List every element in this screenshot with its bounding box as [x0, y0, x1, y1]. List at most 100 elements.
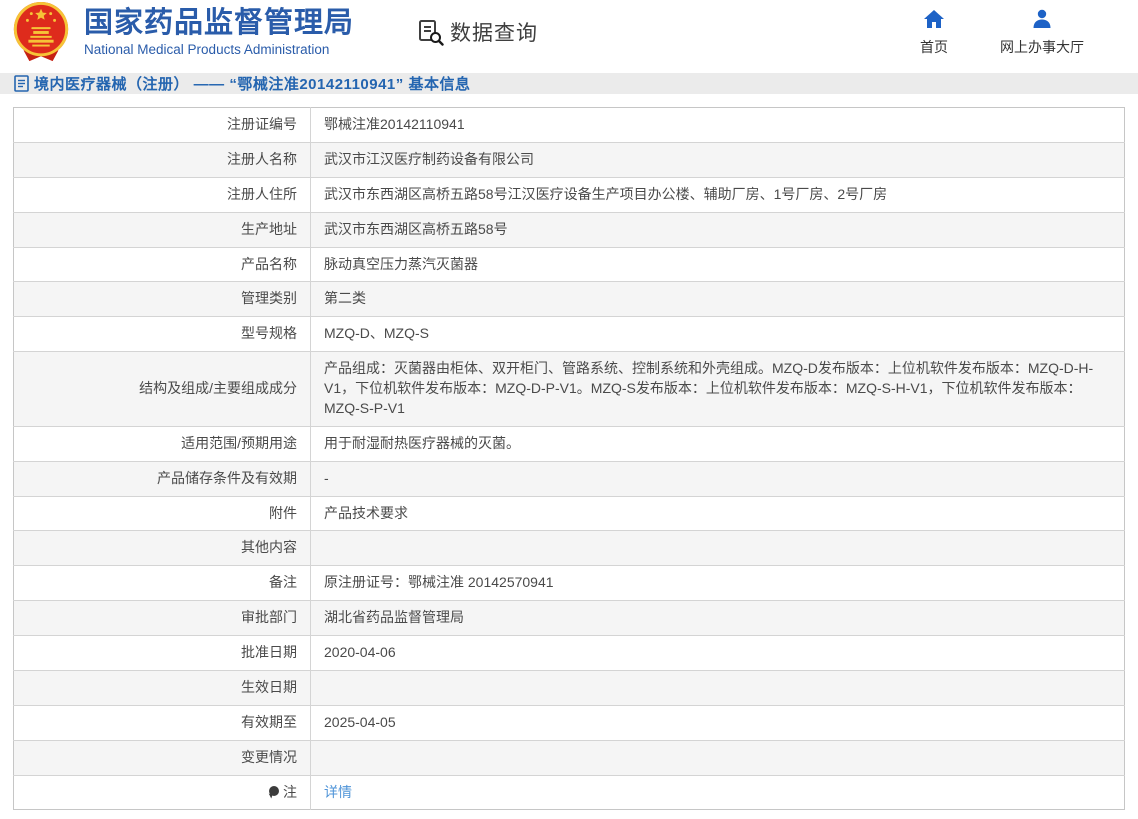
- row-value: 第二类: [311, 282, 1125, 317]
- table-row: 生效日期: [14, 670, 1125, 705]
- table-row: 批准日期 2020-04-06: [14, 636, 1125, 671]
- row-label-cell: 型号规格: [14, 317, 311, 352]
- data-query-section[interactable]: 数据查询: [416, 17, 538, 47]
- nav-item-home[interactable]: 首页: [920, 7, 948, 57]
- info-table-body: 注册证编号鄂械注准20142110941注册人名称武汉市江汉医疗制药设备有限公司…: [14, 108, 1125, 810]
- nav-item-label: 网上办事大厅: [1000, 37, 1084, 57]
- row-label: 注册证编号: [227, 116, 297, 132]
- row-value: 产品技术要求: [311, 496, 1125, 531]
- table-row: 注册人名称武汉市江汉医疗制药设备有限公司: [14, 142, 1125, 177]
- row-label-cell: 批准日期: [14, 636, 311, 671]
- table-row: 注 详情: [14, 775, 1125, 810]
- row-label-cell: 生效日期: [14, 670, 311, 705]
- table-row: 备注原注册证号：鄂械注准 20142570941: [14, 566, 1125, 601]
- nav-item-service-hall[interactable]: 网上办事大厅: [1000, 7, 1084, 57]
- row-label: 有效期至: [241, 714, 297, 730]
- row-value: 武汉市东西湖区高桥五路58号江汉医疗设备生产项目办公楼、辅助厂房、1号厂房、2号…: [311, 177, 1125, 212]
- row-value: [311, 740, 1125, 775]
- table-row: 有效期至 2025-04-05: [14, 705, 1125, 740]
- table-row: 结构及组成/主要组成成分产品组成：灭菌器由柜体、双开柜门、管路系统、控制系统和外…: [14, 352, 1125, 427]
- row-value: 脉动真空压力蒸汽灭菌器: [311, 247, 1125, 282]
- table-row: 注册证编号鄂械注准20142110941: [14, 108, 1125, 143]
- note-bulb-icon: [269, 786, 280, 798]
- detail-link[interactable]: 详情: [324, 784, 352, 800]
- table-row: 产品名称脉动真空压力蒸汽灭菌器: [14, 247, 1125, 282]
- org-name-en: National Medical Products Administration: [84, 42, 354, 57]
- page: 国家药品监督管理局 National Medical Products Admi…: [0, 0, 1138, 819]
- row-label-cell: 生产地址: [14, 212, 311, 247]
- row-value: 2020-04-06: [311, 636, 1125, 671]
- row-label-cell: 适用范围/预期用途: [14, 426, 311, 461]
- table-row: 生产地址武汉市东西湖区高桥五路58号: [14, 212, 1125, 247]
- row-label: 批准日期: [241, 644, 297, 660]
- row-value: -: [311, 461, 1125, 496]
- org-name-zh: 国家药品监督管理局: [84, 7, 354, 40]
- table-row: 适用范围/预期用途用于耐湿耐热医疗器械的灭菌。: [14, 426, 1125, 461]
- data-query-icon: [416, 18, 444, 46]
- row-value: 湖北省药品监督管理局: [311, 601, 1125, 636]
- row-label: 注册人名称: [227, 151, 297, 167]
- row-label: 注册人住所: [227, 186, 297, 202]
- row-value: 鄂械注准20142110941: [311, 108, 1125, 143]
- row-value: MZQ-D、MZQ-S: [311, 317, 1125, 352]
- table-row: 附件产品技术要求: [14, 496, 1125, 531]
- site-header: 国家药品监督管理局 National Medical Products Admi…: [0, 0, 1138, 64]
- page-title: 境内医疗器械（注册） —— “鄂械注准20142110941” 基本信息: [34, 73, 470, 94]
- brand-block: 国家药品监督管理局 National Medical Products Admi…: [84, 7, 354, 57]
- row-value: 原注册证号：鄂械注准 20142570941: [311, 566, 1125, 601]
- row-value: 武汉市江汉医疗制药设备有限公司: [311, 142, 1125, 177]
- top-nav: 首页 网上办事大厅: [920, 7, 1110, 57]
- home-icon: [922, 7, 946, 31]
- row-label-cell: 其他内容: [14, 531, 311, 566]
- table-row: 管理类别第二类: [14, 282, 1125, 317]
- table-row: 变更情况: [14, 740, 1125, 775]
- row-label-cell: 结构及组成/主要组成成分: [14, 352, 311, 427]
- row-label: 生产地址: [241, 221, 297, 237]
- row-label: 产品名称: [241, 256, 297, 272]
- row-label: 管理类别: [241, 290, 297, 306]
- row-value: 产品组成：灭菌器由柜体、双开柜门、管路系统、控制系统和外壳组成。MZQ-D发布版…: [311, 352, 1125, 427]
- user-icon: [1030, 7, 1054, 31]
- row-value: 2025-04-05: [311, 705, 1125, 740]
- row-label: 其他内容: [241, 539, 297, 555]
- row-label-cell: 变更情况: [14, 740, 311, 775]
- row-label-cell: 注: [14, 775, 311, 810]
- national-emblem-logo: [10, 0, 72, 64]
- row-label-cell: 管理类别: [14, 282, 311, 317]
- row-label: 结构及组成/主要组成成分: [139, 380, 297, 396]
- table-row: 其他内容: [14, 531, 1125, 566]
- row-label-cell: 产品名称: [14, 247, 311, 282]
- row-label-cell: 注册证编号: [14, 108, 311, 143]
- row-label-cell: 注册人名称: [14, 142, 311, 177]
- row-label: 注: [283, 784, 297, 800]
- row-label: 附件: [269, 505, 297, 521]
- row-label-cell: 有效期至: [14, 705, 311, 740]
- table-wrap: 注册证编号鄂械注准20142110941注册人名称武汉市江汉医疗制药设备有限公司…: [0, 94, 1138, 810]
- row-value-cell: 详情: [311, 775, 1125, 810]
- row-value: [311, 670, 1125, 705]
- row-label: 备注: [269, 574, 297, 590]
- table-row: 注册人住所武汉市东西湖区高桥五路58号江汉医疗设备生产项目办公楼、辅助厂房、1号…: [14, 177, 1125, 212]
- row-label: 型号规格: [241, 325, 297, 341]
- data-query-label: 数据查询: [450, 17, 538, 47]
- row-label-cell: 产品储存条件及有效期: [14, 461, 311, 496]
- row-label: 审批部门: [241, 609, 297, 625]
- row-label-cell: 审批部门: [14, 601, 311, 636]
- row-label: 生效日期: [241, 679, 297, 695]
- row-value: 武汉市东西湖区高桥五路58号: [311, 212, 1125, 247]
- page-title-bar: 境内医疗器械（注册） —— “鄂械注准20142110941” 基本信息: [0, 73, 1138, 94]
- document-icon: [14, 75, 29, 92]
- row-label-cell: 附件: [14, 496, 311, 531]
- registration-info-table: 注册证编号鄂械注准20142110941注册人名称武汉市江汉医疗制药设备有限公司…: [13, 107, 1125, 810]
- table-row: 产品储存条件及有效期-: [14, 461, 1125, 496]
- row-label: 适用范围/预期用途: [181, 435, 297, 451]
- nav-item-label: 首页: [920, 37, 948, 57]
- row-label-cell: 注册人住所: [14, 177, 311, 212]
- row-label: 变更情况: [241, 749, 297, 765]
- row-value: 用于耐湿耐热医疗器械的灭菌。: [311, 426, 1125, 461]
- row-label: 产品储存条件及有效期: [157, 470, 297, 486]
- row-label-cell: 备注: [14, 566, 311, 601]
- row-value: [311, 531, 1125, 566]
- table-row: 型号规格 MZQ-D、MZQ-S: [14, 317, 1125, 352]
- table-row: 审批部门湖北省药品监督管理局: [14, 601, 1125, 636]
